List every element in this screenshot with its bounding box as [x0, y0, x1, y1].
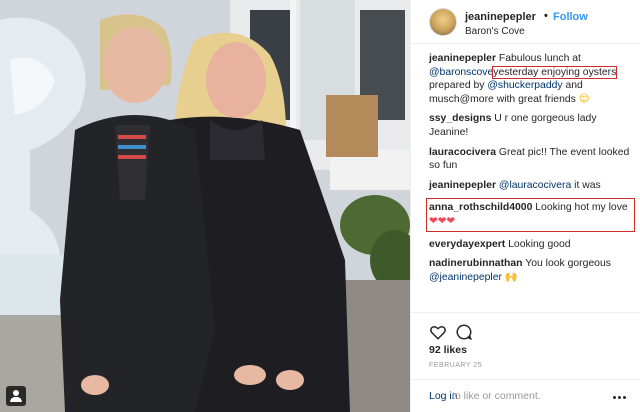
caption: jeaninepepler Fabulous lunch at @baronsc…	[429, 52, 633, 106]
mention-link[interactable]: @jeaninepepler	[429, 272, 502, 283]
comment-text: Looking hot my love	[535, 202, 628, 214]
highlighted-comment: anna_rothschild4000 Looking hot my love …	[426, 198, 635, 232]
comment-item: ssy_designs U r one gorgeous lady Jeanin…	[429, 112, 633, 139]
comment-username[interactable]: ssy_designs	[429, 113, 491, 124]
raising-hands-emoji: 🙌	[504, 271, 518, 283]
comment-item: jeaninepepler @lauracocivera it was	[429, 179, 633, 193]
comments-list: jeaninepepler Fabulous lunch at @baronsc…	[426, 52, 635, 290]
avatar[interactable]	[429, 8, 457, 36]
hearts-emoji: ❤❤❤	[429, 215, 456, 227]
comment-item: nadinerubinnathan You look gorgeous @jea…	[429, 257, 633, 284]
comment-username[interactable]: jeaninepepler	[429, 53, 496, 64]
comment-icon[interactable]	[455, 323, 473, 341]
comment-item: lauracocivera Great pic!! The event look…	[429, 146, 633, 173]
post-header: jeaninepepler • Follow Baron's Cove	[411, 0, 640, 44]
post-photo[interactable]	[0, 0, 410, 412]
post-side-panel: jeaninepepler • Follow Baron's Cove jean…	[410, 0, 640, 412]
post-location[interactable]: Baron's Cove	[465, 26, 525, 37]
post-actions: 92 likes FEBRUARY 25 Log in to like or c…	[411, 312, 640, 412]
post-author-username[interactable]: jeaninepepler	[465, 11, 536, 23]
user-tag-icon[interactable]	[6, 386, 26, 406]
more-icon[interactable]	[613, 396, 627, 400]
comment-username[interactable]: lauracocivera	[429, 147, 496, 158]
mention-link[interactable]: @baronscove	[429, 67, 493, 78]
follow-button[interactable]: Follow	[553, 11, 588, 23]
comment-username[interactable]: jeaninepepler	[429, 180, 496, 191]
post-date: FEBRUARY 25	[429, 362, 483, 369]
caption-text: prepared by	[429, 80, 488, 92]
login-prompt-text: to like or comment.	[452, 390, 541, 402]
smile-emoji: 😊	[578, 93, 590, 105]
comment-username[interactable]: anna_rothschild4000	[429, 202, 532, 213]
likes-count[interactable]: 92 likes	[429, 344, 467, 356]
heart-icon[interactable]	[429, 323, 447, 341]
caption-text: Fabulous lunch at	[498, 53, 581, 64]
comment-text: it was	[571, 179, 601, 191]
comment-text: You look gorgeous	[525, 258, 611, 270]
photo-illustration	[0, 0, 410, 412]
login-row: Log in to like or comment.	[411, 379, 640, 412]
comment-item: everydayexpert Looking good	[429, 238, 633, 252]
mention-link[interactable]: @shuckerpaddy	[487, 80, 562, 91]
highlighted-caption-text: yesterday enjoying oysters	[492, 65, 618, 79]
comment-username[interactable]: nadinerubinnathan	[429, 258, 523, 269]
comment-text: Looking good	[508, 238, 571, 250]
separator-dot: •	[544, 10, 548, 22]
mention-link[interactable]: @lauracocivera	[499, 180, 571, 191]
comment-username[interactable]: everydayexpert	[429, 239, 505, 250]
